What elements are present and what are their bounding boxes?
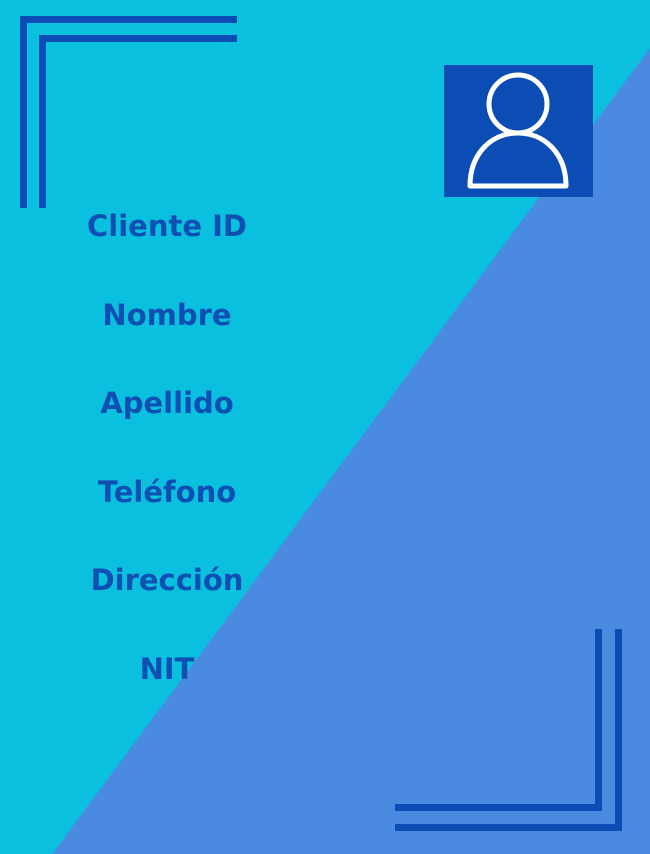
field-direccion: Dirección (90, 563, 244, 597)
user-icon (467, 72, 569, 189)
field-apellido: Apellido (100, 386, 234, 420)
field-nit: NIT (139, 652, 195, 686)
field-telefono: Teléfono (97, 475, 237, 509)
field-cliente-id: Cliente ID (87, 209, 247, 243)
avatar[interactable] (444, 65, 593, 197)
field-nombre: Nombre (102, 298, 232, 332)
